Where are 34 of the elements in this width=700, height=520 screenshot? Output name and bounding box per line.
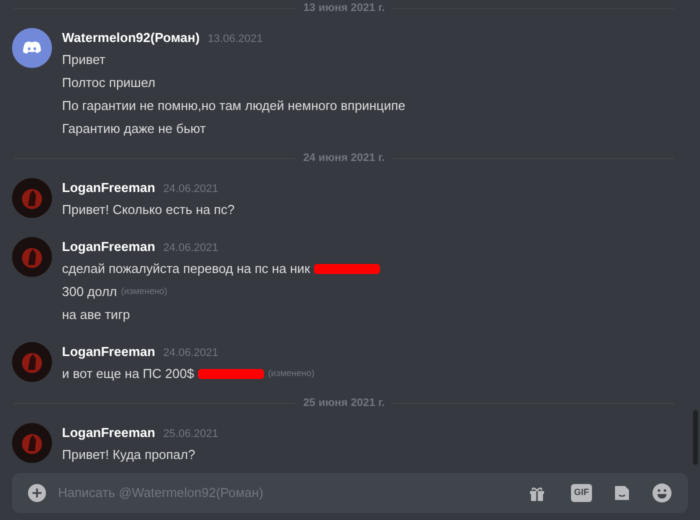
username[interactable]: LoganFreeman — [62, 342, 156, 362]
message-text: на аве тигр — [62, 306, 130, 324]
message-text: Привет! Сколько есть на пс? — [62, 200, 235, 219]
username[interactable]: Watermelon92(Роман) — [62, 28, 200, 48]
avatar-icon — [12, 237, 52, 277]
message-text: Привет — [62, 50, 106, 69]
message-text: и вот еще на ПС 200$ — [62, 364, 194, 383]
edited-label: (изменено) — [121, 284, 168, 298]
date-divider: 13 июня 2021 г. — [302, 0, 386, 16]
edited-label: (изменено) — [268, 366, 314, 380]
emoji-icon[interactable] — [652, 483, 672, 503]
username[interactable]: LoganFreeman — [62, 237, 156, 256]
message-text: Полтос пришел — [62, 74, 156, 92]
username[interactable]: LoganFreeman — [62, 178, 156, 198]
scrollbar-thumb[interactable] — [693, 410, 698, 465]
timestamp: 24.06.2021 — [163, 182, 218, 197]
date-divider: 25 июня 2021 г. — [302, 396, 386, 411]
message-text: 300 долл — [62, 282, 118, 301]
message-text: сделай пожалуйста перевод на пс на ник — [62, 260, 310, 278]
sticker-icon[interactable] — [612, 483, 632, 503]
avatar-icon — [12, 178, 52, 218]
timestamp: 24.06.2021 — [163, 346, 218, 361]
avatar-icon — [12, 423, 52, 463]
avatar-icon — [12, 342, 52, 382]
timestamp: 25.06.2021 — [163, 427, 218, 442]
date-divider: 24 июня 2021 г. — [302, 150, 386, 166]
timestamp: 24.06.2021 — [163, 241, 218, 256]
message-text: Гарантию даже не бьют — [62, 120, 206, 138]
message-text: По гарантии не помню,но там людей немного впринципе — [62, 96, 406, 115]
add-icon[interactable] — [28, 484, 46, 502]
username[interactable]: LoganFreeman — [62, 423, 156, 442]
gif-button[interactable]: GIF — [571, 484, 592, 502]
timestamp: 13.06.2021 — [208, 32, 263, 47]
message-text: Привет! Куда пропал? — [62, 446, 196, 464]
